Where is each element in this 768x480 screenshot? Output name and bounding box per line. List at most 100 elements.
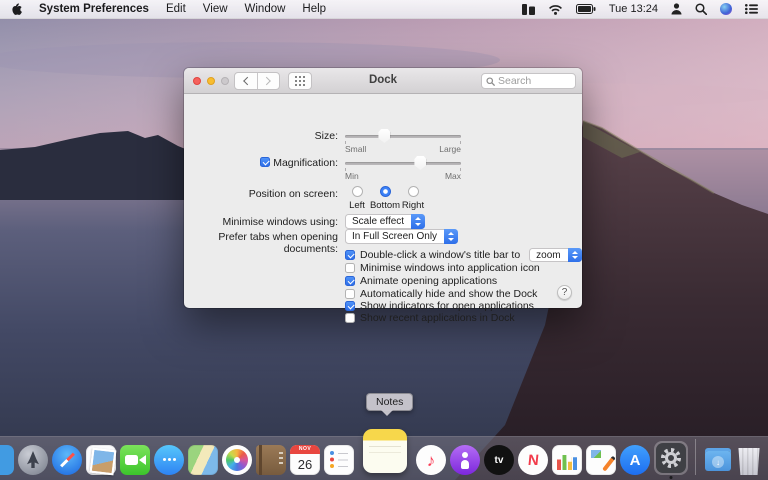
checkbox[interactable]: [345, 301, 355, 311]
facetime-icon[interactable]: [120, 445, 150, 475]
checkbox[interactable]: [345, 289, 355, 299]
checkbox-label: Minimise windows into application icon: [360, 262, 540, 274]
checkbox[interactable]: [345, 313, 355, 323]
checkbox-row-autohide[interactable]: Automatically hide and show the Dock: [345, 288, 537, 300]
running-indicator: [670, 476, 673, 479]
checkbox[interactable]: [345, 276, 355, 286]
pages-icon[interactable]: [586, 445, 616, 475]
dock-preferences-window: Dock Size: Small Large Magnification:: [184, 68, 582, 308]
doubleclick-action-popup[interactable]: zoom: [529, 248, 581, 262]
maps-icon[interactable]: [188, 445, 218, 475]
checkbox-label: Double-click a window's title bar to: [360, 249, 520, 261]
magnification-min-label: Min: [345, 171, 359, 181]
checkbox-row-animate[interactable]: Animate opening applications: [345, 275, 497, 287]
doubleclick-action-value: zoom: [536, 250, 560, 261]
checkbox[interactable]: [345, 263, 355, 273]
preview-icon[interactable]: [86, 445, 116, 475]
position-label: Position on screen:: [184, 188, 338, 200]
size-min-label: Small: [345, 144, 366, 154]
popup-stepper-icon: [568, 248, 582, 262]
search-input[interactable]: [498, 75, 568, 87]
checkbox[interactable]: [345, 250, 355, 260]
search-field[interactable]: [481, 73, 576, 89]
menubar-app-name[interactable]: System Preferences: [39, 3, 149, 15]
news-icon[interactable]: N: [518, 445, 548, 475]
checkbox-label: Show indicators for open applications: [360, 300, 534, 312]
news-label: N: [527, 452, 540, 469]
checkbox-label: Show recent applications in Dock: [360, 312, 515, 324]
apple-tv-icon[interactable]: tv: [484, 445, 514, 475]
magnification-label: Magnification:: [273, 157, 338, 169]
menubar-clock[interactable]: Tue 13:24: [609, 3, 658, 15]
radio-right-label: Right: [391, 200, 435, 211]
calendar-day: 26: [290, 454, 320, 475]
music-note-glyph: ♪: [427, 452, 436, 469]
tv-label: tv: [495, 455, 504, 466]
reminders-icon[interactable]: [324, 445, 354, 475]
app-store-icon[interactable]: A: [620, 445, 650, 475]
prefer-tabs-value: In Full Screen Only: [352, 231, 437, 242]
dock-tooltip: Notes: [366, 393, 413, 411]
contacts-icon[interactable]: [256, 445, 286, 475]
messages-icon[interactable]: [154, 445, 184, 475]
system-preferences-dock-item[interactable]: [654, 441, 688, 475]
checkbox-label: Animate opening applications: [360, 275, 497, 287]
prefer-tabs-label: Prefer tabs when opening documents:: [184, 231, 338, 255]
display-icon[interactable]: [522, 4, 535, 15]
desktop: System Preferences Edit View Window Help…: [0, 0, 768, 480]
menu-view[interactable]: View: [203, 3, 228, 15]
size-max-label: Large: [437, 144, 461, 154]
download-arrow-icon: ↓: [712, 456, 724, 468]
system-preferences-icon: [656, 443, 686, 473]
music-icon[interactable]: ♪: [416, 445, 446, 475]
radio-right[interactable]: [408, 186, 419, 197]
popup-stepper-icon: [444, 229, 458, 244]
magnification-slider[interactable]: [345, 156, 461, 170]
user-icon[interactable]: [671, 3, 682, 15]
minimise-effect-value: Scale effect: [352, 216, 404, 227]
radio-left[interactable]: [352, 186, 363, 197]
finder-icon[interactable]: [0, 445, 14, 475]
magnification-slider-track: [345, 162, 461, 165]
notes-icon[interactable]: [363, 429, 407, 473]
help-button[interactable]: ?: [557, 285, 572, 300]
siri-icon[interactable]: [720, 3, 732, 15]
wifi-icon[interactable]: [548, 4, 563, 15]
popup-stepper-icon: [411, 214, 425, 229]
magnification-label-row: Magnification:: [184, 157, 338, 169]
downloads-folder-icon[interactable]: ↓: [703, 445, 733, 475]
photos-icon[interactable]: [222, 445, 252, 475]
checkbox-row-minimise-into-icon[interactable]: Minimise windows into application icon: [345, 262, 540, 274]
battery-icon[interactable]: [576, 4, 596, 14]
checkbox-label: Automatically hide and show the Dock: [360, 288, 537, 300]
size-slider-thumb[interactable]: [378, 129, 390, 143]
magnification-slider-thumb[interactable]: [414, 156, 426, 170]
size-label: Size:: [184, 130, 338, 142]
safari-icon[interactable]: [52, 445, 82, 475]
menu-edit[interactable]: Edit: [166, 3, 186, 15]
numbers-icon[interactable]: [552, 445, 582, 475]
prefer-tabs-popup[interactable]: In Full Screen Only: [345, 229, 458, 244]
menu-window[interactable]: Window: [245, 3, 286, 15]
calendar-icon[interactable]: NOV 26: [290, 445, 320, 475]
trash-icon[interactable]: [737, 448, 761, 475]
podcasts-icon[interactable]: [450, 445, 480, 475]
radio-bottom[interactable]: [380, 186, 391, 197]
menu-help[interactable]: Help: [302, 3, 326, 15]
launchpad-icon[interactable]: [18, 445, 48, 475]
magnification-max-label: Max: [437, 171, 461, 181]
apple-logo-icon[interactable]: [10, 2, 22, 16]
checkbox-row-doubleclick[interactable]: Double-click a window's title bar to zoo…: [345, 249, 582, 261]
notification-center-icon[interactable]: [745, 4, 758, 14]
search-icon: [486, 77, 495, 86]
magnification-checkbox[interactable]: [260, 157, 270, 167]
minimise-effect-label: Minimise windows using:: [184, 216, 338, 228]
spotlight-icon[interactable]: [695, 3, 707, 15]
size-slider[interactable]: [345, 129, 461, 143]
checkbox-row-indicators[interactable]: Show indicators for open applications: [345, 300, 534, 312]
window-titlebar[interactable]: Dock: [184, 68, 582, 94]
calendar-month: NOV: [290, 445, 320, 454]
minimise-effect-popup[interactable]: Scale effect: [345, 214, 425, 229]
dock: NOV 26 ♪ tv N A ↓: [0, 436, 768, 480]
checkbox-row-recent-apps[interactable]: Show recent applications in Dock: [345, 312, 515, 324]
